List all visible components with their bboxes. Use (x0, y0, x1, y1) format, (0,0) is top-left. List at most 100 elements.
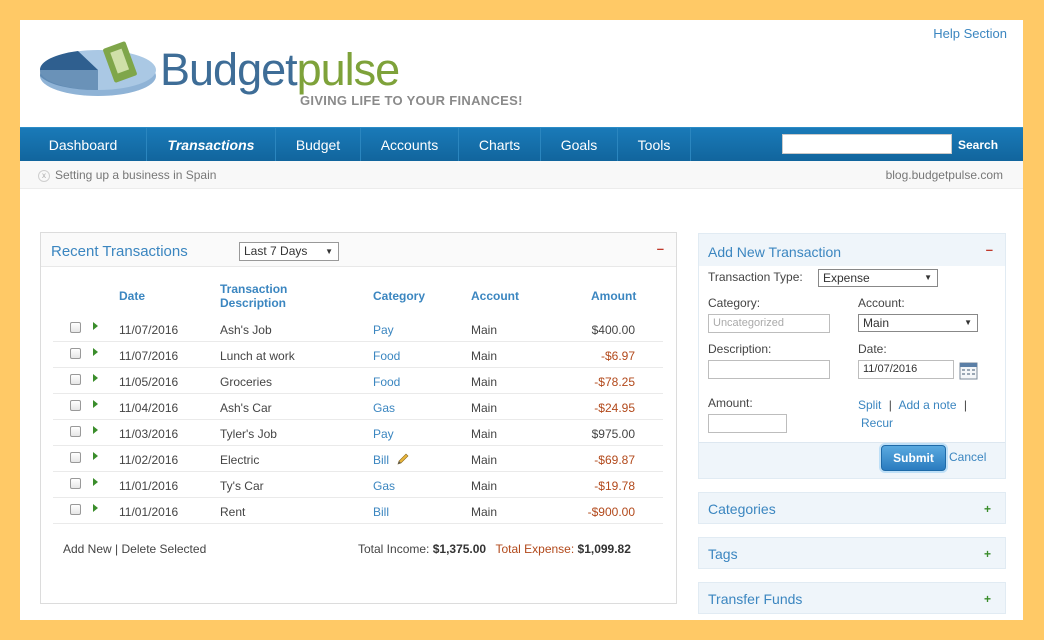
transfer-funds-panel[interactable]: Transfer Funds + (698, 582, 1006, 614)
table-row[interactable]: 11/07/2016 Lunch at work Food Main -$6.97 (53, 342, 663, 368)
row-checkbox[interactable] (70, 478, 81, 489)
expand-icon[interactable]: + (984, 502, 991, 516)
nav-tools[interactable]: Tools (618, 128, 691, 162)
row-date: 11/07/2016 (119, 349, 179, 363)
account-select[interactable]: Main ▼ (858, 314, 978, 332)
row-account: Main (471, 401, 498, 415)
row-description: Ash's Car (220, 401, 272, 415)
delete-selected-link[interactable]: Delete Selected (122, 542, 207, 556)
row-checkbox[interactable] (70, 504, 81, 515)
row-date: 11/03/2016 (119, 427, 179, 441)
info-message-link[interactable]: Setting up a business in Spain (55, 168, 216, 182)
col-date[interactable]: Date (119, 289, 145, 303)
date-range-value: Last 7 Days (244, 244, 308, 258)
nav-accounts[interactable]: Accounts (361, 128, 459, 162)
row-checkbox[interactable] (70, 348, 81, 359)
calendar-icon[interactable] (959, 361, 978, 380)
row-date: 11/02/2016 (119, 453, 179, 467)
description-input[interactable] (708, 360, 830, 379)
brand-name: Budgetpulse (160, 44, 400, 95)
row-category-link[interactable]: Food (373, 375, 400, 389)
row-date: 11/07/2016 (119, 323, 179, 337)
date-label: Date: (858, 342, 887, 356)
amount-input[interactable] (708, 414, 787, 433)
row-category-link[interactable]: Pay (373, 427, 394, 441)
date-input[interactable]: 11/07/2016 (858, 360, 954, 379)
blog-link[interactable]: blog.budgetpulse.com (886, 168, 1003, 182)
nav-budget[interactable]: Budget (276, 128, 361, 162)
categories-panel[interactable]: Categories + (698, 492, 1006, 524)
col-amount[interactable]: Amount (591, 289, 636, 303)
expand-arrow-icon[interactable] (93, 348, 98, 356)
expand-arrow-icon[interactable] (93, 374, 98, 382)
category-input[interactable]: Uncategorized (708, 314, 830, 333)
table-row[interactable]: 11/03/2016 Tyler's Job Pay Main $975.00 (53, 420, 663, 446)
expand-arrow-icon[interactable] (93, 478, 98, 486)
search-input[interactable] (782, 134, 952, 154)
nav-goals[interactable]: Goals (541, 128, 618, 162)
row-description: Electric (220, 453, 260, 467)
nav-charts[interactable]: Charts (459, 128, 541, 162)
help-section-link[interactable]: Help Section (933, 26, 1007, 41)
expand-arrow-icon[interactable] (93, 452, 98, 460)
row-category-link[interactable]: Gas (373, 479, 395, 493)
row-description: Ty's Car (220, 479, 264, 493)
close-icon[interactable]: x (38, 170, 50, 182)
row-category-link[interactable]: Pay (373, 323, 394, 337)
col-description-line2[interactable]: Description (220, 296, 286, 310)
row-checkbox[interactable] (70, 400, 81, 411)
add-transaction-title: Add New Transaction (708, 244, 842, 260)
recur-link[interactable]: Recur (861, 416, 893, 430)
row-date: 11/04/2016 (119, 401, 179, 415)
tags-panel[interactable]: Tags + (698, 537, 1006, 569)
expand-icon[interactable]: + (984, 547, 991, 561)
row-checkbox[interactable] (70, 322, 81, 333)
budgetpulse-logo-icon (39, 41, 156, 96)
date-range-select[interactable]: Last 7 Days ▼ (239, 242, 339, 261)
nav-transactions[interactable]: Transactions (147, 128, 276, 162)
row-actions: Add New | Delete Selected (63, 542, 206, 556)
edit-pencil-icon[interactable] (396, 452, 410, 466)
expand-arrow-icon[interactable] (93, 322, 98, 330)
row-checkbox[interactable] (70, 452, 81, 463)
cancel-link[interactable]: Cancel (949, 450, 986, 464)
row-category-link[interactable]: Bill (373, 453, 389, 467)
row-checkbox[interactable] (70, 374, 81, 385)
search-button[interactable]: Search (958, 128, 998, 162)
table-row[interactable]: 11/01/2016 Rent Bill Main -$900.00 (53, 498, 663, 524)
table-row[interactable]: 11/05/2016 Groceries Food Main -$78.25 (53, 368, 663, 394)
row-checkbox[interactable] (70, 426, 81, 437)
brand-budget: Budget (160, 44, 298, 95)
table-row[interactable]: 11/04/2016 Ash's Car Gas Main -$24.95 (53, 394, 663, 420)
row-account: Main (471, 505, 498, 519)
nav-dashboard[interactable]: Dashboard (20, 128, 147, 162)
row-account: Main (471, 323, 498, 337)
col-account[interactable]: Account (471, 289, 519, 303)
minimize-icon[interactable]: – (986, 242, 993, 257)
minimize-icon[interactable]: – (657, 241, 664, 256)
category-label: Category: (708, 296, 761, 310)
expand-arrow-icon[interactable] (93, 426, 98, 434)
table-row[interactable]: 11/01/2016 Ty's Car Gas Main -$19.78 (53, 472, 663, 498)
submit-button[interactable]: Submit (881, 445, 946, 471)
add-new-link[interactable]: Add New (63, 542, 112, 556)
col-category[interactable]: Category (373, 289, 425, 303)
expand-arrow-icon[interactable] (93, 504, 98, 512)
chevron-down-icon: ▼ (964, 318, 972, 327)
transaction-type-select[interactable]: Expense ▼ (818, 269, 938, 287)
add-transaction-footer: Submit Cancel (699, 442, 1005, 478)
row-category-link[interactable]: Gas (373, 401, 395, 415)
recent-transactions-title: Recent Transactions (51, 243, 188, 260)
separator: | (115, 542, 119, 556)
table-row[interactable]: 11/02/2016 Electric Bill Main -$69.87 (53, 446, 663, 472)
add-transaction-panel: Add New Transaction – Transaction Type: … (698, 233, 1006, 479)
amount-label: Amount: (708, 396, 753, 410)
row-category-link[interactable]: Bill (373, 505, 389, 519)
expand-arrow-icon[interactable] (93, 400, 98, 408)
add-note-link[interactable]: Add a note (898, 398, 956, 412)
col-description-line1[interactable]: Transaction (220, 282, 287, 296)
row-category-link[interactable]: Food (373, 349, 400, 363)
table-row[interactable]: 11/07/2016 Ash's Job Pay Main $400.00 (53, 316, 663, 342)
split-link[interactable]: Split (858, 398, 881, 412)
expand-icon[interactable]: + (984, 592, 991, 606)
